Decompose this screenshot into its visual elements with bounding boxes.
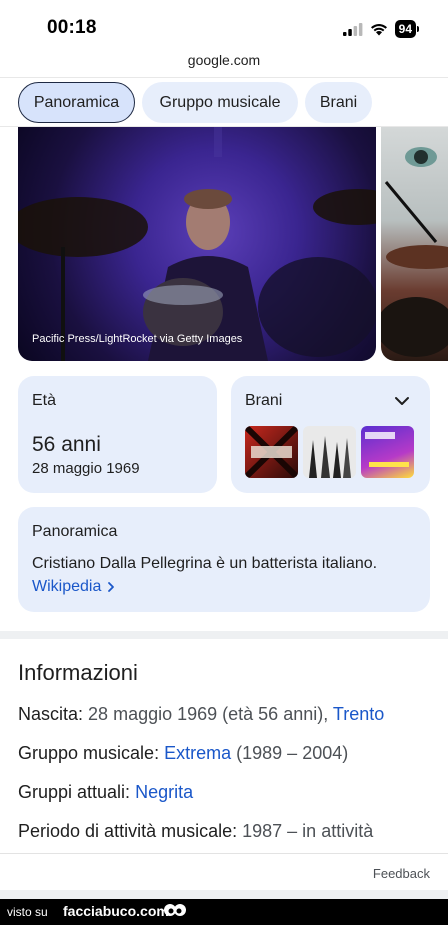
info-row-current: Gruppi attuali: Negrita xyxy=(18,782,193,803)
status-time: 00:18 xyxy=(47,17,97,38)
info-row-group: Gruppo musicale: Extrema (1989 – 2004) xyxy=(18,743,348,764)
info-title: Informazioni xyxy=(18,660,138,685)
chevron-right-icon xyxy=(108,582,115,592)
wikipedia-link-label: Wikipedia xyxy=(32,578,102,595)
album-cover-2[interactable] xyxy=(303,426,356,478)
battery-icon: 94 xyxy=(394,20,420,38)
drummer-photo xyxy=(18,127,376,361)
feedback-divider xyxy=(0,853,448,854)
chips-bar: Panoramica Gruppo musicale Brani xyxy=(0,77,448,127)
photo-credit: Pacific Press/LightRocket via Getty Imag… xyxy=(32,333,243,345)
banner-prefix: visto su xyxy=(7,905,48,919)
info-row-birth: Nascita: 28 maggio 1969 (età 56 anni), T… xyxy=(18,704,384,725)
chip-brani[interactable]: Brani xyxy=(305,82,372,123)
wikipedia-link[interactable]: Wikipedia xyxy=(32,578,115,596)
url-bar[interactable]: google.com xyxy=(0,52,448,68)
birth-val: 28 maggio 1969 (età 56 anni), xyxy=(88,704,329,724)
birth-place-link[interactable]: Trento xyxy=(333,704,384,724)
banner-site: facciabuco.com xyxy=(63,903,169,919)
period-key: Periodo di attività musicale: xyxy=(18,821,238,841)
group-link[interactable]: Extrema xyxy=(164,743,231,763)
overview-text: Cristiano Dalla Pellegrina è un batteris… xyxy=(32,555,378,572)
age-label: Età xyxy=(32,392,57,409)
wifi-icon xyxy=(370,23,387,35)
album-cover-1[interactable] xyxy=(245,426,298,478)
bottom-divider xyxy=(0,890,448,899)
age-value: 56 anni xyxy=(32,433,101,456)
section-divider xyxy=(0,631,448,639)
overview-label: Panoramica xyxy=(32,523,118,540)
info-row-period: Periodo di attività musicale: 1987 – in … xyxy=(18,821,373,842)
birth-date: 28 maggio 1969 xyxy=(32,460,140,477)
status-icons: 94 xyxy=(342,20,420,38)
signal-icon xyxy=(342,22,363,36)
current-key: Gruppi attuali: xyxy=(18,782,131,802)
birth-key: Nascita: xyxy=(18,704,84,724)
watermark-banner: visto su facciabuco.com xyxy=(0,899,448,925)
chevron-down-icon[interactable] xyxy=(394,396,410,406)
side-photo-image xyxy=(381,147,448,357)
feedback-link[interactable]: Feedback xyxy=(373,866,430,881)
age-card[interactable]: Età 56 anni 28 maggio 1969 xyxy=(18,376,217,493)
status-bar: 00:18 94 xyxy=(0,0,448,50)
chip-gruppo-musicale[interactable]: Gruppo musicale xyxy=(142,82,298,123)
group-years: (1989 – 2004) xyxy=(236,743,349,763)
image-carousel[interactable]: Pacific Press/LightRocket via Getty Imag… xyxy=(18,127,448,361)
side-photo[interactable] xyxy=(381,127,448,361)
eyes-icon xyxy=(164,904,186,916)
main-photo[interactable]: Pacific Press/LightRocket via Getty Imag… xyxy=(18,127,376,361)
overview-card[interactable]: Panoramica Cristiano Dalla Pellegrina è … xyxy=(18,507,430,612)
album-cover-3[interactable] xyxy=(361,426,414,478)
chip-panoramica[interactable]: Panoramica xyxy=(18,82,135,123)
period-val: 1987 – in attività xyxy=(242,821,374,841)
songs-card[interactable]: Brani xyxy=(231,376,430,493)
songs-label: Brani xyxy=(245,392,283,409)
current-link[interactable]: Negrita xyxy=(135,782,193,802)
group-key: Gruppo musicale: xyxy=(18,743,160,763)
